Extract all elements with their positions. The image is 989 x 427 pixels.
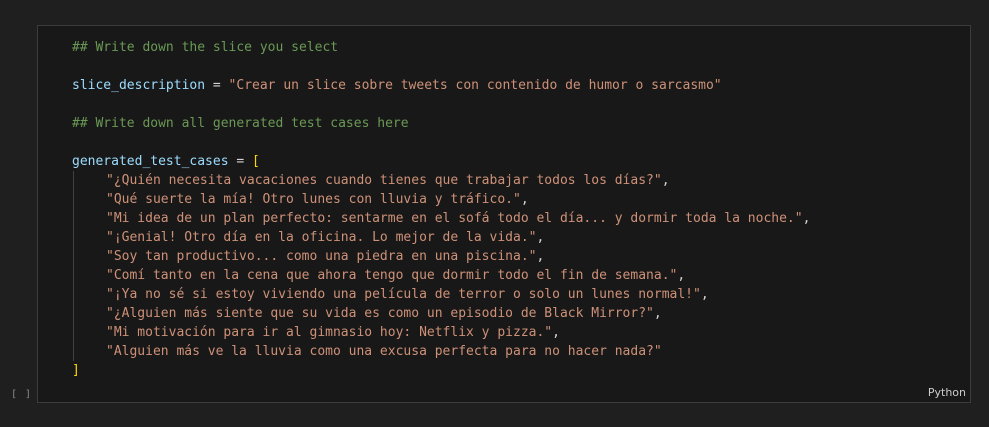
indent-guide (73, 171, 74, 190)
code-line-1: ## Write down the slice you select (72, 38, 960, 57)
open-bracket: [ (252, 154, 260, 169)
test-case-line: "Qué suerte la mía! Otro lunes con lluvi… (72, 190, 960, 209)
language-selector[interactable]: Python (928, 386, 966, 399)
slice-value: "Crear un slice sobre tweets con conteni… (228, 78, 722, 93)
indent-guide (73, 285, 74, 304)
indent-guide (73, 209, 74, 228)
close-bracket: ] (72, 363, 80, 378)
test-case-string: "¡Genial! Otro día en la oficina. Lo mej… (106, 230, 537, 245)
test-case-string: "Alguien más ve la lluvia como una excus… (106, 344, 662, 359)
notebook-page: [ ] ## Write down the slice you select s… (0, 0, 989, 427)
test-case-string: "¿Quién necesita vacaciones cuando tiene… (106, 173, 662, 188)
test-case-string: "Comí tanto en la cena que ahora tengo q… (106, 268, 678, 283)
test-case-string: "Mi idea de un plan perfecto: sentarme e… (106, 211, 803, 226)
test-case-line: "¿Quién necesita vacaciones cuando tiene… (72, 171, 960, 190)
cases-variable: generated_test_cases (72, 154, 229, 169)
comment-slice: ## Write down the slice you select (72, 40, 339, 55)
indent-guide (73, 228, 74, 247)
code-cell[interactable]: ## Write down the slice you select slice… (37, 25, 971, 403)
comma: , (520, 192, 529, 207)
comma: , (802, 211, 811, 226)
test-case-line: "Mi idea de un plan perfecto: sentarme e… (72, 209, 960, 228)
comma: , (700, 287, 709, 302)
test-case-string: "¿Alguien más siente que su vida es como… (106, 306, 654, 321)
indent-guide (73, 266, 74, 285)
indent-guide (73, 304, 74, 323)
slice-variable: slice_description (72, 78, 206, 93)
code-line-3: slice_description = "Crear un slice sobr… (72, 76, 960, 95)
test-case-string: "Qué suerte la mía! Otro lunes con lluvi… (106, 192, 521, 207)
execution-count: [ ] (11, 389, 33, 400)
comma: , (536, 249, 545, 264)
code-line-5: ## Write down all generated test cases h… (72, 114, 960, 133)
comma: , (536, 230, 545, 245)
test-case-string: "Mi motivación para ir al gimnasio hoy: … (106, 325, 553, 340)
indent-guide (73, 190, 74, 209)
test-case-line: "Soy tan productivo... como una piedra e… (72, 247, 960, 266)
assign-operator: = (205, 78, 229, 93)
comma: , (661, 173, 670, 188)
indent-guide (73, 342, 74, 361)
test-case-line: "¡Ya no sé si estoy viviendo una películ… (72, 285, 960, 304)
test-case-line: "Alguien más ve la lluvia como una excus… (72, 342, 960, 361)
test-case-string: "Soy tan productivo... como una piedra e… (106, 249, 537, 264)
comma: , (552, 325, 560, 340)
test-case-string: "¡Ya no sé si estoy viviendo una películ… (106, 287, 701, 302)
indent-guide (73, 247, 74, 266)
test-case-line: "Comí tanto en la cena que ahora tengo q… (72, 266, 960, 285)
comma: , (677, 268, 686, 283)
comment-test-cases: ## Write down all generated test cases h… (72, 116, 409, 131)
code-line-close: ] (72, 361, 960, 380)
code-line-7: generated_test_cases = [ (72, 152, 960, 171)
code-editor[interactable]: ## Write down the slice you select slice… (72, 38, 960, 380)
assign-operator: = (228, 154, 253, 169)
comma: , (653, 306, 662, 321)
test-case-line: "¡Genial! Otro día en la oficina. Lo mej… (72, 228, 960, 247)
indent-guide (73, 323, 74, 342)
test-case-line: "¿Alguien más siente que su vida es como… (72, 304, 960, 323)
test-case-line: "Mi motivación para ir al gimnasio hoy: … (72, 323, 960, 342)
